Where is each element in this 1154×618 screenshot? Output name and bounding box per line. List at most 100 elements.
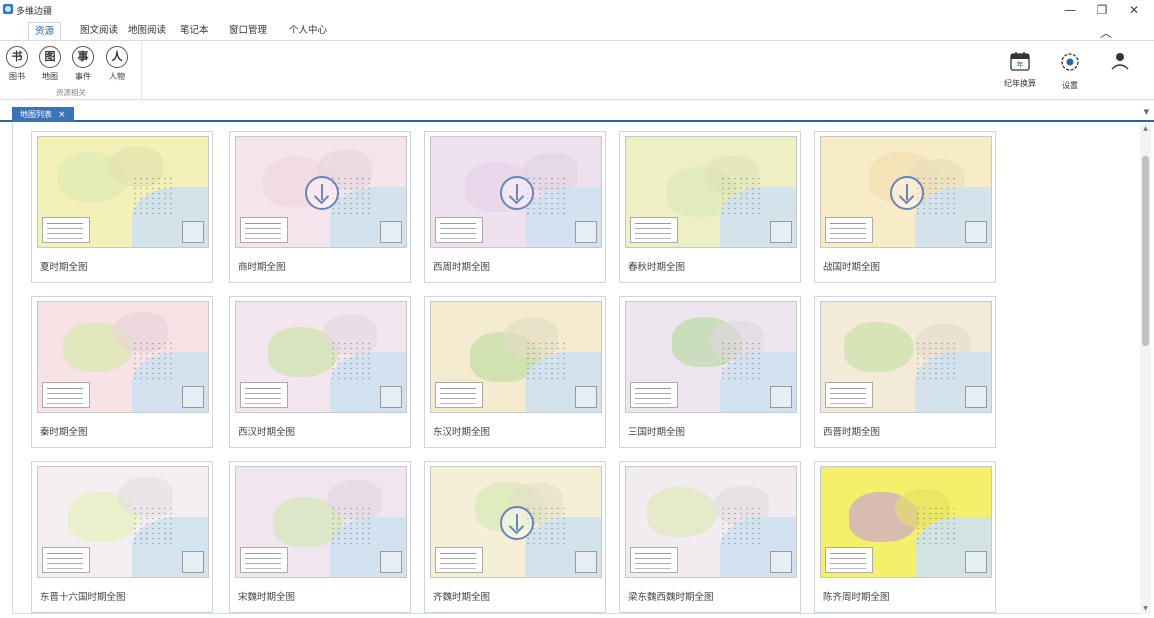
map-inset xyxy=(575,221,597,243)
map-title: 秦时期全图 xyxy=(40,427,88,438)
collapse-ribbon-button[interactable]: ︿ xyxy=(1100,24,1112,41)
map-grid: 夏时期全图 商时期全图 西周时期全图 春秋时期全图 战国时期全图 秦时期全图 西汉时期全图东… xyxy=(12,122,1140,614)
map-legend xyxy=(42,217,90,243)
map-title: 春秋时期全图 xyxy=(628,262,686,273)
map-city-markers xyxy=(914,505,955,546)
map-title: 宋魏时期全图 xyxy=(238,592,296,603)
tab-map-list[interactable]: 地图列表 × xyxy=(12,107,74,122)
settings-button[interactable]: 设置 xyxy=(1050,51,1090,91)
map-card[interactable]: 东汉时期全图 xyxy=(424,296,606,448)
download-icon[interactable] xyxy=(305,176,339,210)
minimize-button[interactable]: — xyxy=(1058,2,1082,18)
map-legend xyxy=(435,382,483,408)
map-card[interactable]: 西周时期全图 xyxy=(424,131,606,283)
map-title: 陈齐周时期全图 xyxy=(823,592,890,603)
tab-map-reading[interactable]: 地图阅读 xyxy=(128,22,166,40)
map-thumbnail xyxy=(37,136,209,248)
map-card[interactable]: 陈齐周时期全图 xyxy=(814,461,996,613)
close-tab-icon[interactable]: × xyxy=(58,110,66,120)
map-title: 西周时期全图 xyxy=(433,262,491,273)
map-thumbnail xyxy=(625,136,797,248)
calendar-year-text: 年 xyxy=(1017,60,1024,69)
map-inset xyxy=(965,551,987,573)
map-city-markers xyxy=(914,340,955,381)
map-title: 东汉时期全图 xyxy=(433,427,491,438)
map-thumbnail xyxy=(820,301,992,413)
people-button[interactable]: 人 人物 xyxy=(102,46,132,82)
tab-text-reading[interactable]: 图文阅读 xyxy=(80,22,118,40)
app-title: 多维边疆 xyxy=(16,7,53,17)
map-legend xyxy=(630,217,678,243)
tab-dropdown-icon[interactable]: ▼ xyxy=(1144,108,1149,116)
map-inset xyxy=(575,386,597,408)
maps-button[interactable]: 图 地图 xyxy=(35,46,65,82)
map-thumbnail xyxy=(235,466,407,578)
map-legend xyxy=(435,547,483,573)
app-logo-icon xyxy=(3,4,13,14)
tab-personal-center[interactable]: 个人中心 xyxy=(289,22,327,40)
map-card[interactable]: 西晋时期全图 xyxy=(814,296,996,448)
map-card[interactable]: 秦时期全图 xyxy=(31,296,213,448)
scroll-up-icon[interactable]: ▲ xyxy=(1140,124,1151,134)
map-thumbnail xyxy=(625,466,797,578)
calendar-conversion-button[interactable]: 年 纪年换算 xyxy=(1000,51,1040,89)
map-city-markers xyxy=(329,505,370,546)
map-card[interactable]: 春秋时期全图 xyxy=(619,131,801,283)
user-button[interactable] xyxy=(1100,51,1140,77)
tab-map-list-label: 地图列表 xyxy=(20,110,52,119)
download-icon[interactable] xyxy=(890,176,924,210)
map-card[interactable]: 东晋十六国时期全图 xyxy=(31,461,213,613)
map-card[interactable]: 齐魏时期全图 xyxy=(424,461,606,613)
map-title: 夏时期全图 xyxy=(40,262,88,273)
map-region xyxy=(844,322,914,372)
download-icon[interactable] xyxy=(500,506,534,540)
restore-button[interactable]: ❐ xyxy=(1090,2,1114,18)
grid-bottom-border xyxy=(12,613,1140,614)
map-thumbnail xyxy=(235,301,407,413)
map-title: 西汉时期全图 xyxy=(238,427,296,438)
map-thumbnail xyxy=(625,301,797,413)
map-city-markers xyxy=(131,505,172,546)
map-inset xyxy=(380,386,402,408)
maps-label: 地图 xyxy=(42,72,58,81)
map-inset xyxy=(182,221,204,243)
tab-resources[interactable]: 资源 xyxy=(28,22,62,41)
map-city-markers xyxy=(329,340,370,381)
books-button[interactable]: 书 图书 xyxy=(2,46,32,82)
map-title: 东晋十六国时期全图 xyxy=(40,592,126,603)
map-city-markers xyxy=(719,175,760,216)
maps-icon: 图 xyxy=(39,46,61,68)
map-card[interactable]: 梁东魏西魏时期全图 xyxy=(619,461,801,613)
tab-notebook[interactable]: 笔记本 xyxy=(180,22,209,40)
download-icon[interactable] xyxy=(500,176,534,210)
map-thumbnail xyxy=(430,466,602,578)
map-title: 西晋时期全图 xyxy=(823,427,881,438)
map-inset xyxy=(770,386,792,408)
scroll-down-icon[interactable]: ▼ xyxy=(1140,604,1151,614)
close-button[interactable]: ✕ xyxy=(1122,2,1146,18)
map-card[interactable]: 三国时期全图 xyxy=(619,296,801,448)
map-inset xyxy=(575,551,597,573)
map-card[interactable]: 商时期全图 xyxy=(229,131,411,283)
map-inset xyxy=(380,221,402,243)
books-label: 图书 xyxy=(9,72,25,81)
map-inset xyxy=(770,551,792,573)
map-inset xyxy=(380,551,402,573)
vertical-scrollbar[interactable]: ▲ ▼ xyxy=(1140,124,1151,614)
events-label: 事件 xyxy=(75,72,91,81)
map-title: 三国时期全图 xyxy=(628,427,686,438)
map-legend xyxy=(42,547,90,573)
events-button[interactable]: 事 事件 xyxy=(68,46,98,82)
gear-icon xyxy=(1061,53,1079,71)
map-inset xyxy=(182,386,204,408)
map-title: 战国时期全图 xyxy=(823,262,881,273)
map-thumbnail xyxy=(235,136,407,248)
map-thumbnail xyxy=(37,301,209,413)
tab-window-management[interactable]: 窗口管理 xyxy=(229,22,267,40)
map-card[interactable]: 战国时期全图 xyxy=(814,131,996,283)
map-card[interactable]: 夏时期全图 xyxy=(31,131,213,283)
scrollbar-thumb[interactable] xyxy=(1142,156,1149,346)
map-title: 商时期全图 xyxy=(238,262,286,273)
map-card[interactable]: 西汉时期全图 xyxy=(229,296,411,448)
map-card[interactable]: 宋魏时期全图 xyxy=(229,461,411,613)
